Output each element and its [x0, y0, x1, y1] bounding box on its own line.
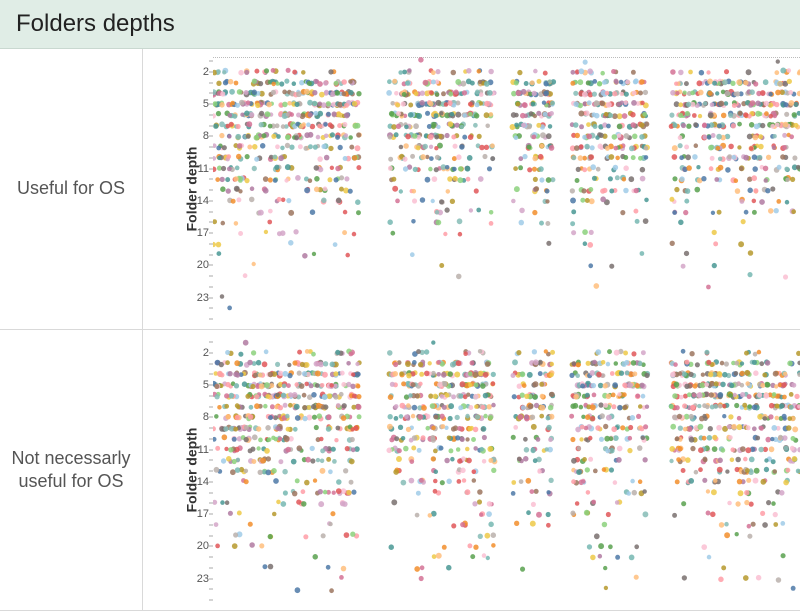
plot-not-useful[interactable]: [213, 330, 800, 610]
y-tick-14: 14: [197, 476, 209, 488]
y-tick-23: 23: [197, 292, 209, 304]
y-tick-20: 20: [197, 540, 209, 552]
y-axis-title: Folder depth: [183, 147, 199, 232]
y-tick-20: 20: [197, 259, 209, 271]
panels-container: Useful for OS Folder depth 2581114172023…: [0, 49, 800, 611]
y-axis-useful: Folder depth 2581114172023: [143, 49, 213, 329]
panel-useful: Useful for OS Folder depth 2581114172023: [0, 49, 800, 330]
y-tick-17: 17: [197, 508, 209, 520]
panel-not-useful: Not necessarly useful for OS Folder dept…: [0, 330, 800, 611]
y-axis-title: Folder depth: [183, 428, 199, 513]
y-tick-11: 11: [198, 444, 209, 456]
row-label-useful: Useful for OS: [0, 49, 143, 329]
plot-useful[interactable]: [213, 49, 800, 329]
chart-title: Folders depths: [0, 0, 800, 49]
y-axis-not-useful: Folder depth 2581114172023: [143, 330, 213, 610]
y-tick-14: 14: [197, 195, 209, 207]
y-tick-17: 17: [197, 227, 209, 239]
y-tick-11: 11: [198, 163, 209, 175]
scatter-svg-useful: [213, 49, 800, 329]
y-tick-23: 23: [197, 573, 209, 585]
scatter-svg-not-useful: [213, 330, 800, 610]
row-label-not-useful: Not necessarly useful for OS: [0, 330, 143, 610]
